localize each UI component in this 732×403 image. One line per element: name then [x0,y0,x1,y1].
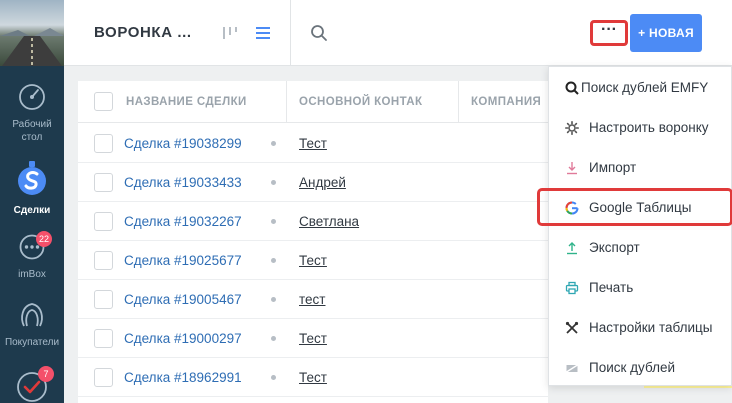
table-row: Сделка #19025677 Тест [78,241,548,280]
contact-link[interactable]: Светлана [299,202,359,241]
pipeline-title[interactable]: ВОРОНКА ... [94,24,192,41]
deal-link[interactable]: Сделка #18962991 [124,358,242,397]
status-dot [271,297,276,302]
buyers-icon [21,303,43,327]
sidebar-item-label: Рабочий [12,119,52,130]
export-icon [567,242,577,255]
menu-item-label: Настроить воронку [589,120,709,135]
list-view-icon[interactable] [254,24,272,42]
status-dot [271,219,276,224]
emfy-search-icon [565,81,579,95]
menu-item-table-settings[interactable]: Настройки таблицы [549,309,732,347]
deal-link[interactable]: Сделка #19000297 [124,319,242,358]
select-all-checkbox[interactable] [94,92,113,111]
gear-icon [565,121,579,135]
tasks-badge: 7 [38,366,54,382]
table-row: Сделка #18962991 Тест [78,358,548,397]
menu-item-configure-pipeline[interactable]: Настроить воронку [549,109,732,147]
new-deal-button[interactable]: + НОВАЯ [630,14,702,52]
menu-item-label: Экспорт [589,240,640,255]
menu-item-label: Импорт [589,160,637,175]
row-checkbox[interactable] [94,290,113,309]
deals-table: НАЗВАНИЕ СДЕЛКИ ОСНОВНОЙ КОНТАК КОМПАНИЯ… [78,81,548,403]
top-header: ВОРОНКА ... ··· + НОВАЯ [64,0,732,66]
table-header: НАЗВАНИЕ СДЕЛКИ ОСНОВНОЙ КОНТАК КОМПАНИЯ [78,81,548,123]
column-divider [458,81,459,123]
more-options-menu: Поиск дублей EMFY Настроить воронку Импо… [537,66,732,387]
search-icon[interactable] [310,24,328,42]
row-checkbox[interactable] [94,134,113,153]
contact-link[interactable]: Тест [299,124,327,163]
status-dot [271,141,276,146]
tools-icon [565,321,579,334]
menu-item-label: Печать [589,280,634,295]
status-dot [271,258,276,263]
table-row: Сделка #19033433 Андрей [78,163,548,202]
table-row: Сделка #19032267 Светлана [78,202,548,241]
import-icon [567,162,577,175]
speedometer-icon [19,84,45,110]
status-dot [271,336,276,341]
menu-item-import[interactable]: Импорт [549,149,732,187]
account-avatar[interactable] [0,0,64,66]
sidebar-item-deals[interactable]: Сделки [0,160,64,217]
deal-link[interactable]: Сделка #19033433 [124,163,242,202]
left-sidebar: Рабочий стол Сделки 22 imBox Покупатели [0,0,64,403]
sidebar-item-label: Сделки [13,205,51,216]
status-dot [271,180,276,185]
menu-item-label: Поиск дублей [589,360,675,375]
menu-item-print[interactable]: Печать [549,269,732,307]
status-dot [271,375,276,380]
deal-link[interactable]: Сделка #19032267 [124,202,242,241]
column-header-company[interactable]: КОМПАНИЯ [471,81,548,123]
header-divider [290,0,291,66]
column-header-main-contact[interactable]: ОСНОВНОЙ КОНТАК [299,81,449,123]
contact-link[interactable]: Тест [299,241,327,280]
more-options-button[interactable]: ··· [590,20,628,46]
column-header-deal-name[interactable]: НАЗВАНИЕ СДЕЛКИ [126,81,276,123]
duplicates-icon [566,364,578,373]
table-row: Сделка #19038299 Тест [78,124,548,163]
deal-link[interactable]: Сделка #19005467 [124,280,242,319]
table-row: Сделка #19005467 тест [78,280,548,319]
imbox-badge: 22 [36,231,53,247]
contact-link[interactable]: Тест [299,358,327,397]
row-checkbox[interactable] [94,251,113,270]
deal-link[interactable]: Сделка #19025677 [124,241,242,280]
contact-link[interactable]: тест [299,280,325,319]
sidebar-item-label: imBox [18,269,46,280]
deals-icon [18,161,46,195]
sidebar-item-label: Покупатели [4,337,60,348]
menu-item-find-duplicates[interactable]: Поиск дублей [549,349,732,387]
contact-link[interactable]: Тест [299,319,327,358]
sidebar-item-dashboard[interactable]: Рабочий стол [0,82,64,144]
contact-link[interactable]: Андрей [299,163,346,202]
pipeline-view-icon[interactable] [222,24,238,42]
row-checkbox[interactable] [94,212,113,231]
menu-item-emfy-duplicates[interactable]: Поиск дублей EMFY [549,69,732,107]
table-row: Сделка #19000297 Тест [78,319,548,358]
google-sheets-highlight-frame [537,188,732,226]
sidebar-item-imbox[interactable]: 22 imBox [0,231,64,281]
sidebar-item-label: стол [21,132,43,143]
sidebar-item-buyers[interactable]: Покупатели [0,298,64,349]
deal-link[interactable]: Сделка #19038299 [124,124,242,163]
menu-item-label: Настройки таблицы [589,320,713,335]
column-divider [286,81,287,123]
row-checkbox[interactable] [94,173,113,192]
menu-item-export[interactable]: Экспорт [549,229,732,267]
row-checkbox[interactable] [94,368,113,387]
sidebar-item-tasks[interactable]: 7 [0,366,64,403]
menu-item-label: Поиск дублей EMFY [581,80,709,95]
row-checkbox[interactable] [94,329,113,348]
print-icon [565,281,579,295]
